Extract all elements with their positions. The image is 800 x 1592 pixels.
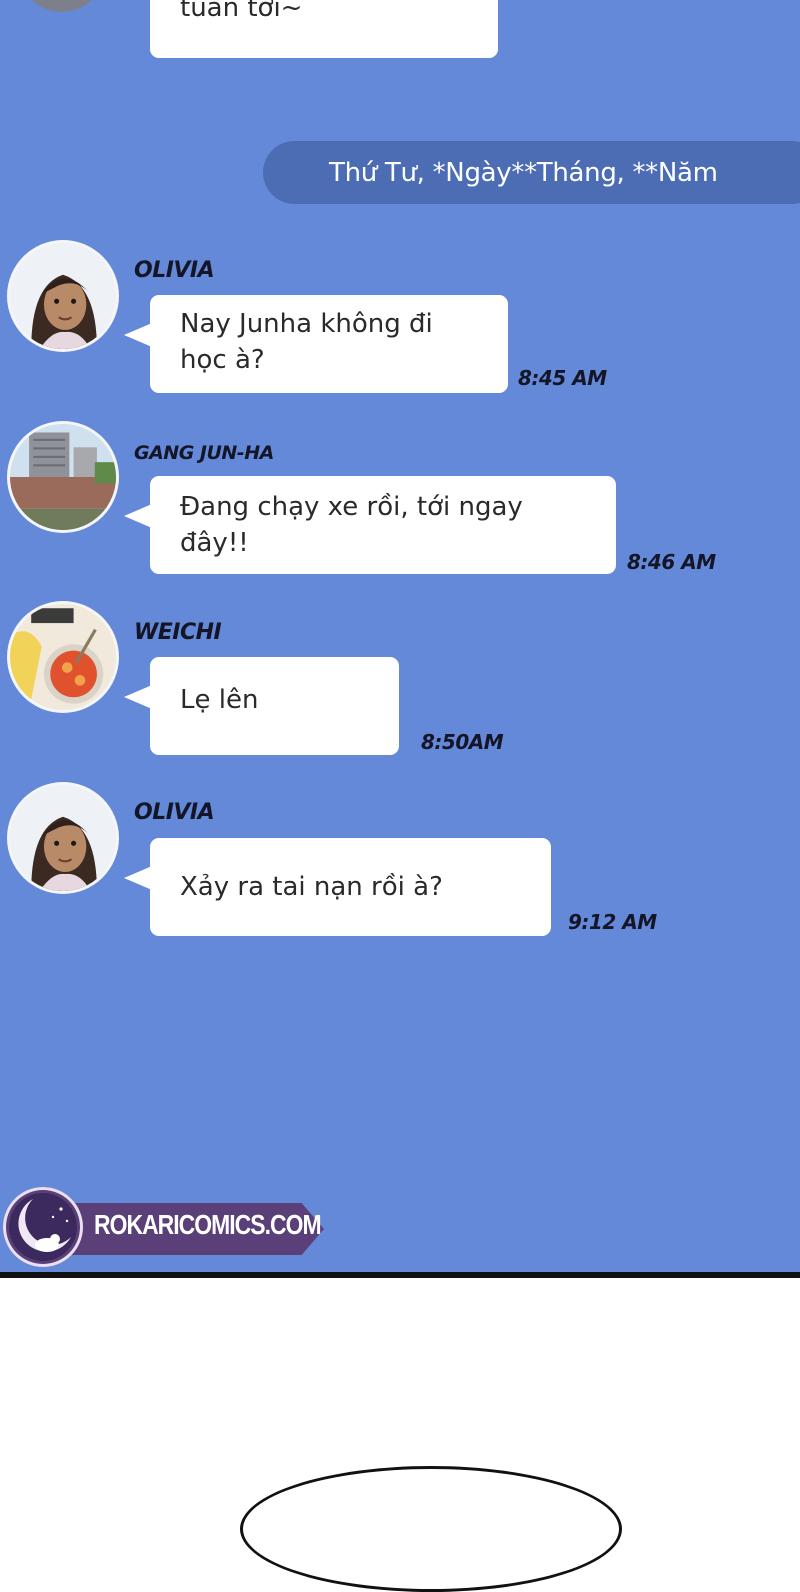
watermark: ROKARICOMICS.COM [0,1183,330,1269]
date-separator-text: Thứ Tư, *Ngày**Tháng, **Năm [329,157,718,188]
sender-name: WEICHI [134,620,222,645]
bubble-tail [124,685,152,709]
message-text: Nay Junha không đi [180,309,433,339]
message-text: học à? [180,345,265,375]
message-text: Xảy ra tai nạn rồi à? [180,872,443,902]
message-time: 9:12 AM [568,910,657,934]
sender-name: OLIVIA [134,800,215,825]
message-bubble-partial: tuần tới~ [150,0,498,58]
food-dish-avatar-image [10,604,116,710]
bubble-tail [124,504,152,528]
olivia-avatar[interactable] [10,785,116,891]
avatar-partial [22,0,102,12]
message-bubble[interactable]: Lẹ lên [124,657,399,755]
message-bubble[interactable]: Đang chạy xe rồi, tới ngay đây!! [124,476,616,574]
message-time: 8:45 AM [518,366,607,390]
watermark-text: ROKARICOMICS.COM [94,1209,322,1240]
city-building-avatar[interactable] [10,424,116,530]
message-text: tuần tới~ [180,0,303,23]
olivia-avatar-image [10,785,116,891]
moon-cat-logo [3,1187,83,1267]
chat-panel: tuần tới~ Thứ Tư, *Ngày**Tháng, **Năm OL… [0,0,800,1272]
message-text: Đang chạy xe rồi, tới ngay đây!! [180,492,523,558]
sender-name: GANG JUN-HA [134,442,274,464]
olivia-avatar-image [10,243,116,349]
bubble-tail [124,866,152,890]
food-dish-avatar[interactable] [10,604,116,710]
date-separator: Thứ Tư, *Ngày**Tháng, **Năm [263,141,800,204]
sender-name: OLIVIA [134,258,215,283]
city-building-avatar-image [10,424,116,530]
panel-divider [0,1272,800,1278]
message-bubble[interactable]: Xảy ra tai nạn rồi à? [124,838,551,936]
message-bubble[interactable]: Nay Junha không đi học à? [124,295,508,393]
bubble-tail [124,323,152,347]
message-text: Lẹ lên [180,685,259,715]
next-panel-speech-bubble [240,1466,622,1592]
message-time: 8:50AM [421,730,504,754]
olivia-avatar[interactable] [10,243,116,349]
message-time: 8:46 AM [627,550,716,574]
